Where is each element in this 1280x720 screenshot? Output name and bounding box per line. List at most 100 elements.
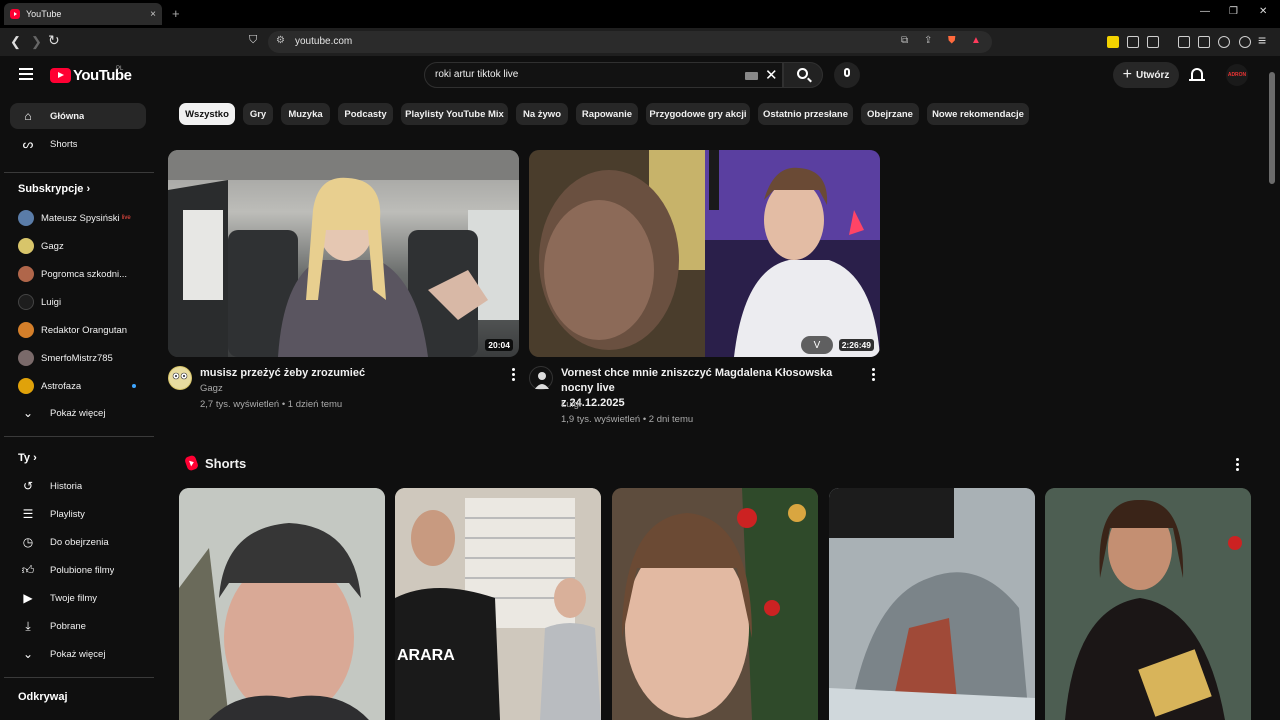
- sidebar-item-your-videos[interactable]: ▶ Twoje filmy: [10, 585, 146, 611]
- close-window-button[interactable]: ✕: [1259, 6, 1267, 17]
- chip-live[interactable]: Na żywo: [516, 103, 568, 125]
- chip-rap[interactable]: Rapowanie: [576, 103, 638, 125]
- sidebar-item-watch-later[interactable]: ◷ Do obejrzenia: [10, 529, 146, 555]
- scrollbar-thumb[interactable]: [1269, 72, 1275, 184]
- chip-music[interactable]: Muzyka: [281, 103, 330, 125]
- avatar-face-icon: [169, 367, 191, 389]
- browser-tab[interactable]: YouTube ×: [4, 3, 162, 25]
- chip-mix-playlists[interactable]: Playlisty YouTube Mix: [401, 103, 508, 125]
- leo-ai-icon[interactable]: [1218, 36, 1230, 48]
- address-bar-area: ❮ ❯ ↻ ⛉ ⚙ youtube.com ⧉ ⇪ ⛊ ▲ ≡: [0, 28, 1280, 56]
- channel-avatar: [18, 322, 34, 338]
- plus-icon: +: [1122, 66, 1132, 83]
- browser-menu-icon[interactable]: ≡: [1258, 32, 1266, 48]
- channel-name[interactable]: Gagz: [200, 383, 223, 394]
- sidebar-item-home[interactable]: ⌂ Główna: [10, 103, 146, 129]
- vpn-icon[interactable]: [1239, 36, 1251, 48]
- sidebar-item-playlists[interactable]: ☰ Playlisty: [10, 501, 146, 527]
- extension-yellow-icon[interactable]: [1107, 36, 1119, 48]
- short-thumbnail[interactable]: [1045, 488, 1251, 720]
- you-header[interactable]: Ty ›: [18, 452, 37, 464]
- extensions-puzzle-icon[interactable]: [1127, 36, 1139, 48]
- sidebar-subscription[interactable]: Gagz: [10, 233, 146, 259]
- short-thumbnail[interactable]: ARARA: [395, 488, 601, 720]
- back-icon[interactable]: ❮: [10, 34, 21, 50]
- short-image: [829, 488, 1035, 720]
- restore-button[interactable]: ❐: [1229, 6, 1238, 17]
- clock-icon: ◷: [22, 535, 34, 549]
- chip-podcasts[interactable]: Podcasty: [338, 103, 393, 125]
- chip-games[interactable]: Gry: [243, 103, 273, 125]
- browser-tab-bar: YouTube × + — ❐ ✕: [0, 0, 1280, 28]
- country-code: PL: [116, 66, 124, 72]
- voice-search-button[interactable]: [834, 62, 860, 88]
- short-image: [179, 488, 385, 720]
- sidebar-subscription[interactable]: Pogromca szkodni...: [10, 261, 146, 287]
- minimize-button[interactable]: —: [1200, 6, 1210, 17]
- new-content-dot: [132, 384, 136, 388]
- chip-all[interactable]: Wszystko: [179, 103, 235, 125]
- channel-name[interactable]: Luigi: [561, 399, 581, 410]
- sidebar-item-shorts[interactable]: ᔕ Shorts: [10, 131, 146, 157]
- short-thumbnail[interactable]: [179, 488, 385, 720]
- sidebar-show-more[interactable]: ⌄ Pokaż więcej: [10, 641, 146, 667]
- short-thumbnail[interactable]: [612, 488, 818, 720]
- search-button[interactable]: [783, 62, 823, 88]
- clear-search-icon[interactable]: ✕: [765, 66, 778, 84]
- search-box[interactable]: roki artur tiktok live ✕: [424, 62, 783, 88]
- chip-action-adventure[interactable]: Przygodowe gry akcji: [646, 103, 750, 125]
- chip-new-recommendations[interactable]: Nowe rekomendacje: [927, 103, 1029, 125]
- video-meta: 1,9 tys. wyświetleń • 2 dni temu: [561, 414, 694, 425]
- video-thumbnail[interactable]: 20:04: [168, 150, 519, 357]
- account-avatar[interactable]: ADRON: [1226, 64, 1248, 86]
- playlist-icon: ☰: [22, 507, 34, 521]
- thumb-up-icon: 👍︎: [21, 562, 35, 577]
- channel-avatar[interactable]: [529, 366, 553, 390]
- site-info-icon[interactable]: ⚙: [276, 35, 285, 46]
- video-title[interactable]: Vornest chce mnie zniszczyć Magdalena Kł…: [561, 366, 866, 411]
- more-options-icon[interactable]: [512, 368, 515, 383]
- reload-icon[interactable]: ↻: [48, 32, 60, 49]
- sidebar-show-more[interactable]: ⌄ Pokaż więcej: [10, 400, 146, 426]
- url-bar[interactable]: ⚙ youtube.com ⧉ ⇪ ⛊ ▲: [268, 31, 992, 53]
- guide-menu-icon[interactable]: [19, 68, 33, 80]
- sidebar-subscription[interactable]: SmerfoMistrz785: [10, 345, 146, 371]
- bookmark-icon[interactable]: ⛉: [249, 34, 257, 47]
- wallet-icon[interactable]: [1198, 36, 1210, 48]
- video-thumbnail[interactable]: V 2:26:49: [529, 150, 880, 357]
- chip-watched[interactable]: Obejrzane: [861, 103, 919, 125]
- new-tab-button[interactable]: +: [172, 6, 180, 21]
- brave-shields-icon[interactable]: ⛊: [948, 35, 956, 46]
- chip-recently-uploaded[interactable]: Ostatnio przesłane: [758, 103, 853, 125]
- notifications-bell-icon[interactable]: [1189, 68, 1205, 81]
- short-thumbnail[interactable]: [829, 488, 1035, 720]
- short-image: ARARA: [395, 488, 601, 720]
- shorts-section-title: Shorts: [205, 456, 247, 471]
- open-in-app-icon[interactable]: ⧉: [901, 35, 908, 46]
- sidebar-toggle-icon[interactable]: [1178, 36, 1190, 48]
- tab-close-icon[interactable]: ×: [150, 9, 156, 20]
- search-input[interactable]: roki artur tiktok live: [435, 69, 518, 80]
- forward-icon[interactable]: ❯: [31, 34, 42, 50]
- brave-rewards-icon[interactable]: ▲: [971, 35, 981, 46]
- live-indicator: live: [121, 215, 131, 221]
- more-options-icon[interactable]: [872, 368, 875, 383]
- channel-avatar[interactable]: [168, 366, 192, 390]
- extension-box-icon[interactable]: [1147, 36, 1159, 48]
- subscriptions-header[interactable]: Subskrypcje ›: [18, 183, 90, 195]
- sidebar-subscription[interactable]: Mateusz Spysiński live: [10, 205, 146, 231]
- video-duration: 20:04: [485, 339, 513, 351]
- sidebar-item-liked[interactable]: 👍︎ Polubione filmy: [10, 557, 146, 583]
- sidebar-item-history[interactable]: ↺ Historia: [10, 473, 146, 499]
- keyboard-icon[interactable]: [745, 72, 758, 80]
- page-scrollbar[interactable]: [1268, 60, 1276, 720]
- create-button[interactable]: + Utwórz: [1113, 62, 1179, 88]
- sidebar-item-downloads[interactable]: ⤓ Pobrane: [10, 613, 146, 639]
- sidebar-subscription[interactable]: Luigi: [10, 289, 146, 315]
- video-duration: 2:26:49: [838, 339, 874, 351]
- sidebar-subscription[interactable]: Astrofaza: [10, 373, 146, 399]
- share-icon[interactable]: ⇪: [924, 35, 932, 46]
- video-title[interactable]: musisz przeżyć żeby zrozumieć: [200, 366, 500, 381]
- sidebar-subscription[interactable]: Redaktor Orangutan: [10, 317, 146, 343]
- shorts-more-options-icon[interactable]: [1236, 458, 1239, 473]
